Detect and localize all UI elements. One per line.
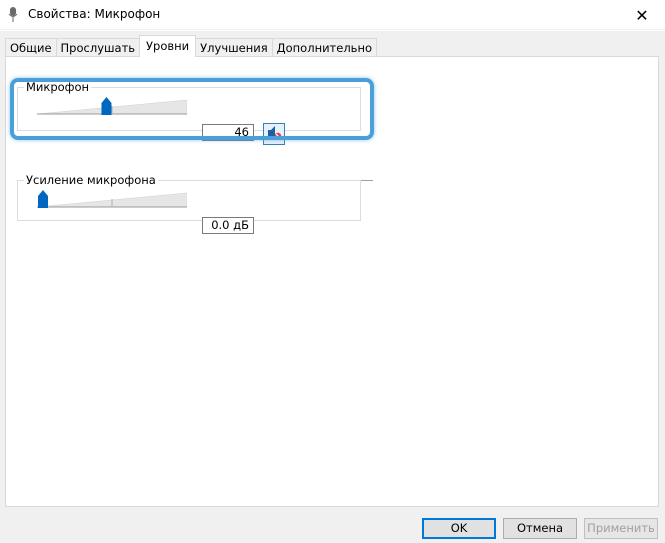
- highlight-annotation: [10, 78, 374, 140]
- title-bar: Свойства: Микрофон ✕: [0, 0, 665, 30]
- microphone-icon: [8, 6, 18, 24]
- close-icon: ✕: [635, 5, 649, 25]
- window-title: Свойства: Микрофон: [28, 7, 161, 21]
- ok-button[interactable]: OK: [422, 518, 496, 539]
- tab-advanced[interactable]: Дополнительно: [271, 38, 378, 57]
- tab-strip: Общие Прослушать Уровни Улучшения Дополн…: [5, 35, 378, 57]
- boost-slider[interactable]: [36, 190, 188, 210]
- levels-panel: Микрофон 46 Усиление микрофона 0.0 дБ: [5, 56, 659, 507]
- boost-level-value[interactable]: 0.0 дБ: [202, 217, 254, 234]
- dialog-client-area: Общие Прослушать Уровни Улучшения Дополн…: [0, 31, 665, 543]
- close-button[interactable]: ✕: [619, 0, 665, 30]
- tab-enhancements[interactable]: Улучшения: [195, 38, 273, 57]
- tab-levels[interactable]: Уровни: [139, 35, 197, 57]
- apply-button[interactable]: Применить: [584, 518, 658, 539]
- boost-label: Усиление микрофона: [24, 173, 158, 187]
- tab-general[interactable]: Общие: [5, 38, 57, 57]
- cancel-button[interactable]: Отмена: [503, 518, 577, 539]
- boost-slider-thumb: [38, 190, 48, 208]
- tab-listen[interactable]: Прослушать: [55, 38, 141, 57]
